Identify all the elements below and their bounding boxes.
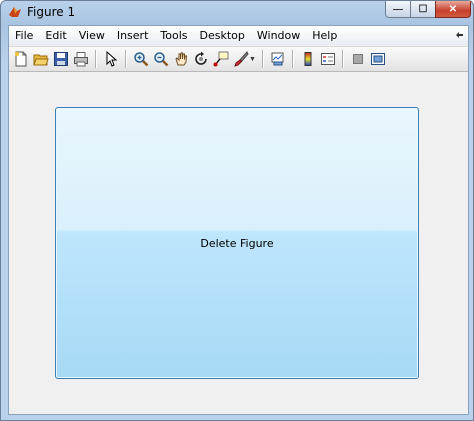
edit-plot-icon [106,51,118,67]
save-figure-button[interactable] [51,49,71,69]
title-bar[interactable]: Figure 1 — ☐ ✕ [1,1,473,23]
insert-colorbar-icon [304,52,312,66]
menu-desktop[interactable]: Desktop [194,26,251,45]
data-cursor-icon [213,51,229,67]
figure-canvas: Delete Figure [9,73,468,414]
pan-icon [175,52,188,66]
matlab-app-icon [9,7,21,17]
close-icon: ✕ [448,3,458,15]
new-figure-button[interactable] [11,49,31,69]
insert-legend-button[interactable] [318,49,338,69]
minimize-button[interactable]: — [385,1,411,18]
figure-client-area: File Edit View Insert Tools Desktop Wind… [8,25,469,415]
close-button[interactable]: ✕ [435,1,471,18]
menu-view[interactable]: View [73,26,111,45]
menu-file[interactable]: File [9,26,39,45]
menu-tools[interactable]: Tools [154,26,193,45]
dock-arrow-icon[interactable] [455,31,464,40]
zoom-in-icon [134,52,149,67]
pan-button[interactable] [171,49,191,69]
print-figure-icon [74,52,88,67]
brush-button[interactable] [231,49,251,69]
toolbar-separator [262,50,264,68]
toolbar-separator [292,50,294,68]
rotate-3d-icon [195,51,207,65]
hide-plot-tools-button[interactable] [348,49,368,69]
menu-insert[interactable]: Insert [111,26,155,45]
link-plot-icon [271,52,284,66]
new-figure-icon [15,51,27,67]
show-plot-tools-button[interactable] [368,49,388,69]
minimize-icon: — [393,3,403,15]
link-plot-button[interactable] [268,49,288,69]
figure-window: Figure 1 — ☐ ✕ File Edit View Insert Too… [0,0,474,421]
menu-window[interactable]: Window [251,26,306,45]
delete-figure-label: Delete Figure [200,236,274,250]
maximize-icon: ☐ [418,3,428,15]
menu-help[interactable]: Help [306,26,343,45]
print-figure-button[interactable] [71,49,91,69]
insert-legend-icon [321,53,335,65]
window-title: Figure 1 [27,5,76,19]
open-file-button[interactable] [31,49,51,69]
rotate-3d-button[interactable] [191,49,211,69]
menu-bar: File Edit View Insert Tools Desktop Wind… [9,26,468,45]
data-cursor-button[interactable] [211,49,231,69]
hide-plot-tools-icon [353,54,363,64]
toolbar-separator [95,50,97,68]
delete-figure-button[interactable]: Delete Figure [55,107,419,379]
zoom-out-icon [154,52,169,67]
save-figure-icon [54,52,68,66]
brush-icon [234,51,249,67]
menu-edit[interactable]: Edit [39,26,72,45]
show-plot-tools-icon [371,53,385,65]
open-file-icon [33,54,49,66]
edit-plot-button[interactable] [101,49,121,69]
toolbar-separator [342,50,344,68]
maximize-button[interactable]: ☐ [410,1,436,18]
zoom-in-button[interactable] [131,49,151,69]
insert-colorbar-button[interactable] [298,49,318,69]
brush-dropdown-icon[interactable]: ▼ [249,56,256,63]
zoom-out-button[interactable] [151,49,171,69]
toolbar-separator [125,50,127,68]
figure-toolbar: ▼ [9,46,468,72]
